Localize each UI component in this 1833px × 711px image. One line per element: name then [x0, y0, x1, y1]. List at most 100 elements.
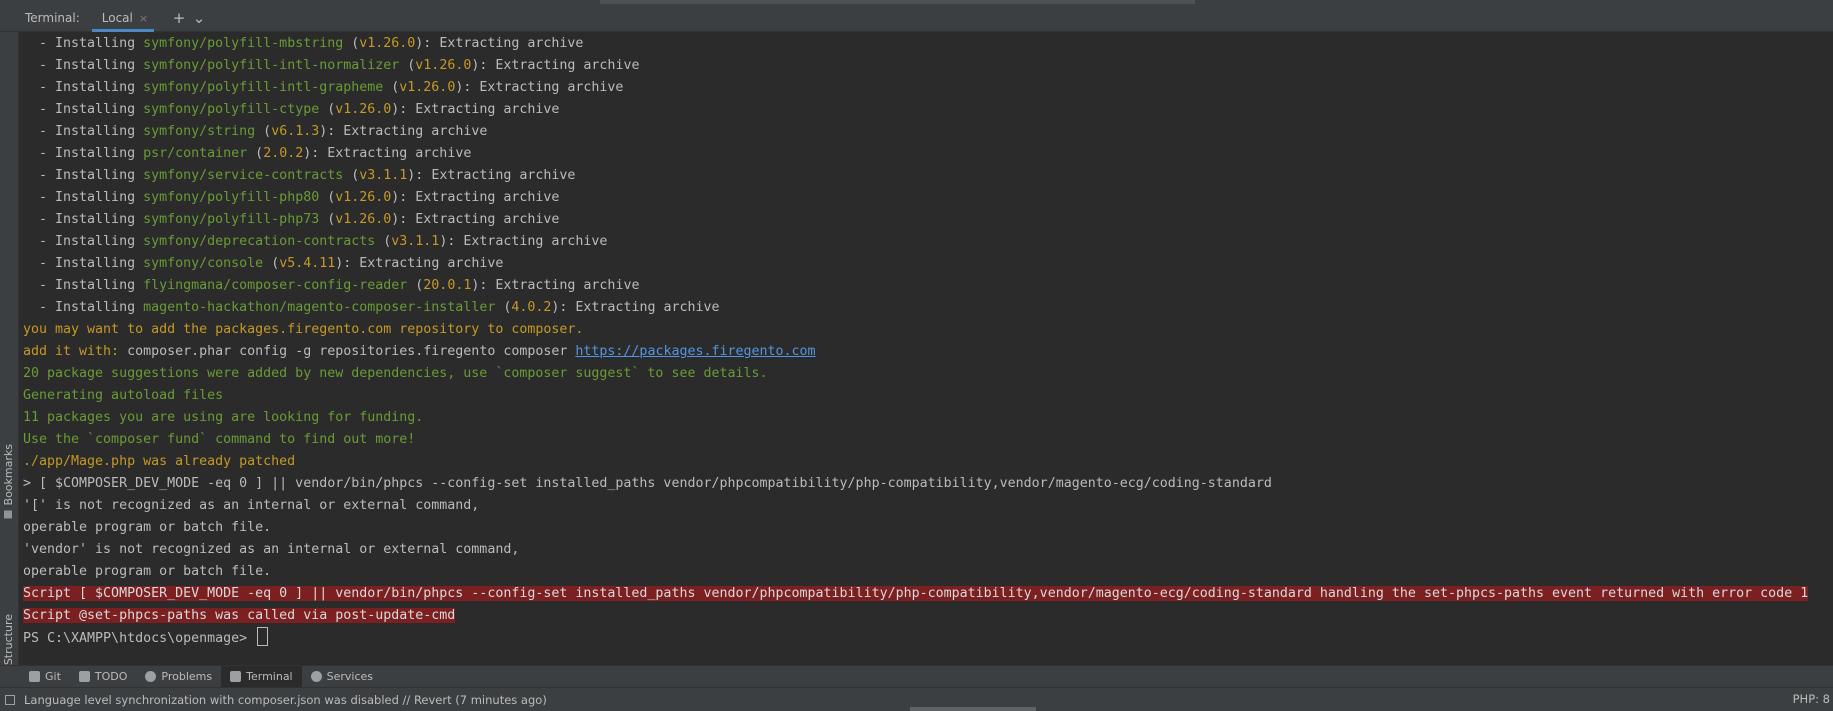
terminal-line: > [ $COMPOSER_DEV_MODE -eq 0 ] || vendor…	[23, 476, 1272, 491]
package-version: v1.26.0	[415, 58, 472, 73]
install-prefix: - Installing	[23, 212, 144, 227]
paren: (	[343, 36, 360, 51]
git-icon	[29, 671, 40, 682]
problems-icon	[145, 671, 157, 682]
terminal-title-label: Terminal:	[25, 11, 80, 25]
todo-icon	[78, 671, 90, 682]
terminal-output[interactable]: - Installing symfony/polyfill-mbstring (…	[23, 33, 1828, 665]
install-log: - Installing symfony/polyfill-mbstring (…	[23, 33, 1828, 319]
paren: (	[319, 212, 336, 227]
status-bar: Language level synchronization with comp…	[0, 687, 1833, 711]
package-name: symfony/polyfill-intl-normalizer	[143, 58, 400, 73]
install-line: - Installing symfony/console (v5.4.11): …	[23, 253, 1828, 275]
terminal-line: Generating autoload files	[23, 388, 224, 403]
prompt-line[interactable]: PS C:\XAMPP\htdocs\openmage>	[23, 627, 1828, 649]
left-tool-strip: Bookmarks Structure	[0, 32, 19, 679]
install-line: - Installing symfony/polyfill-mbstring (…	[23, 33, 1828, 55]
package-name: symfony/polyfill-php73	[143, 212, 320, 227]
package-version: v1.26.0	[399, 80, 456, 95]
install-prefix: - Installing	[23, 300, 144, 315]
terminal-icon	[230, 671, 242, 682]
paren: (	[407, 278, 424, 293]
sidebar-item-bookmarks[interactable]: Bookmarks	[2, 444, 15, 519]
install-prefix: - Installing	[23, 234, 144, 249]
window-icon[interactable]	[5, 694, 15, 705]
package-version: 20.0.1	[423, 278, 472, 293]
install-suffix: ): Extracting archive	[551, 300, 720, 315]
install-line: - Installing symfony/polyfill-ctype (v1.…	[23, 99, 1828, 121]
install-suffix: ): Extracting archive	[471, 58, 640, 73]
terminal-line: operable program or batch file.	[23, 564, 272, 579]
install-prefix: - Installing	[23, 36, 144, 51]
install-line: - Installing symfony/string (v6.1.3): Ex…	[23, 121, 1828, 143]
tab-problems[interactable]: Problems	[136, 666, 221, 688]
package-version: v1.26.0	[335, 190, 392, 205]
paren: (	[263, 256, 280, 271]
package-version: v3.1.1	[359, 168, 408, 183]
install-prefix: - Installing	[23, 190, 144, 205]
terminal-tab-bar: Terminal: Local × + ⌄	[0, 5, 1833, 32]
terminal-line: 20 package suggestions were added by new…	[23, 366, 768, 381]
install-prefix: - Installing	[23, 124, 144, 139]
close-icon[interactable]: ×	[139, 12, 148, 25]
install-prefix: - Installing	[23, 80, 144, 95]
install-prefix: - Installing	[23, 168, 144, 183]
sidebar-item-label: Structure	[2, 614, 15, 666]
paren: (	[319, 190, 336, 205]
package-name: symfony/polyfill-mbstring	[143, 36, 344, 51]
tab-services[interactable]: Services	[302, 666, 382, 688]
tab-todo[interactable]: TODO	[70, 666, 137, 688]
error-line: Script [ $COMPOSER_DEV_MODE -eq 0 ] || v…	[23, 583, 1828, 605]
package-version: v5.4.11	[279, 256, 336, 271]
tab-local-label: Local	[101, 11, 133, 25]
package-name: flyingmana/composer-config-reader	[143, 278, 408, 293]
package-name: symfony/polyfill-ctype	[143, 102, 320, 117]
terminal-line: 'vendor' is not recognized as an interna…	[23, 542, 520, 557]
install-prefix: - Installing	[23, 278, 144, 293]
paren: (	[247, 146, 264, 161]
package-name: symfony/console	[143, 256, 264, 271]
tab-label: Services	[326, 670, 374, 683]
paren: (	[319, 102, 336, 117]
paren: (	[375, 234, 392, 249]
paren: (	[495, 300, 512, 315]
package-name: symfony/deprecation-contracts	[143, 234, 376, 249]
package-version: 4.0.2	[511, 300, 552, 315]
paren: (	[255, 124, 272, 139]
install-suffix: ): Extracting archive	[455, 80, 624, 95]
install-suffix: ): Extracting archive	[439, 234, 608, 249]
terminal-line: operable program or batch file.	[23, 520, 272, 535]
add-tab-button[interactable]: +	[172, 9, 186, 27]
status-message[interactable]: Language level synchronization with comp…	[24, 693, 547, 707]
horizontal-scrollbar-thumb[interactable]	[910, 707, 1036, 711]
script-called-text: Script @set-phpcs-paths was called via p…	[23, 608, 456, 623]
install-line: - Installing symfony/polyfill-php73 (v1.…	[23, 209, 1828, 231]
package-version: v6.1.3	[271, 124, 320, 139]
install-line: - Installing flyingmana/composer-config-…	[23, 275, 1828, 297]
tab-git[interactable]: Git	[20, 666, 70, 688]
package-name: symfony/polyfill-intl-grapheme	[143, 80, 384, 95]
tab-local[interactable]: Local ×	[91, 5, 155, 32]
package-name: symfony/polyfill-php80	[143, 190, 320, 205]
terminal-line: 11 packages you are using are looking fo…	[23, 410, 424, 425]
install-prefix: - Installing	[23, 146, 144, 161]
top-scrollbar-thumb[interactable]	[600, 0, 1195, 4]
install-suffix: ): Extracting archive	[303, 146, 472, 161]
package-name: symfony/string	[143, 124, 256, 139]
chevron-down-icon[interactable]: ⌄	[192, 9, 206, 27]
package-name: symfony/service-contracts	[143, 168, 344, 183]
firegento-link[interactable]: https://packages.firegento.com	[575, 344, 815, 359]
install-line: - Installing symfony/polyfill-php80 (v1.…	[23, 187, 1828, 209]
tab-terminal[interactable]: Terminal	[221, 665, 302, 688]
tab-label: Problems	[161, 670, 213, 683]
install-suffix: ): Extracting archive	[391, 102, 560, 117]
php-level-indicator[interactable]: PHP: 8	[1793, 692, 1830, 706]
install-prefix: - Installing	[23, 256, 144, 271]
install-line: - Installing magento-hackathon/magento-c…	[23, 297, 1828, 319]
error-line: Script @set-phpcs-paths was called via p…	[23, 605, 1828, 627]
install-suffix: ): Extracting archive	[415, 36, 584, 51]
sidebar-item-label: Bookmarks	[2, 444, 15, 506]
install-suffix: ): Extracting archive	[407, 168, 576, 183]
terminal-line: add it with: composer.phar config -g rep…	[23, 341, 1828, 363]
install-suffix: ): Extracting archive	[391, 212, 560, 227]
